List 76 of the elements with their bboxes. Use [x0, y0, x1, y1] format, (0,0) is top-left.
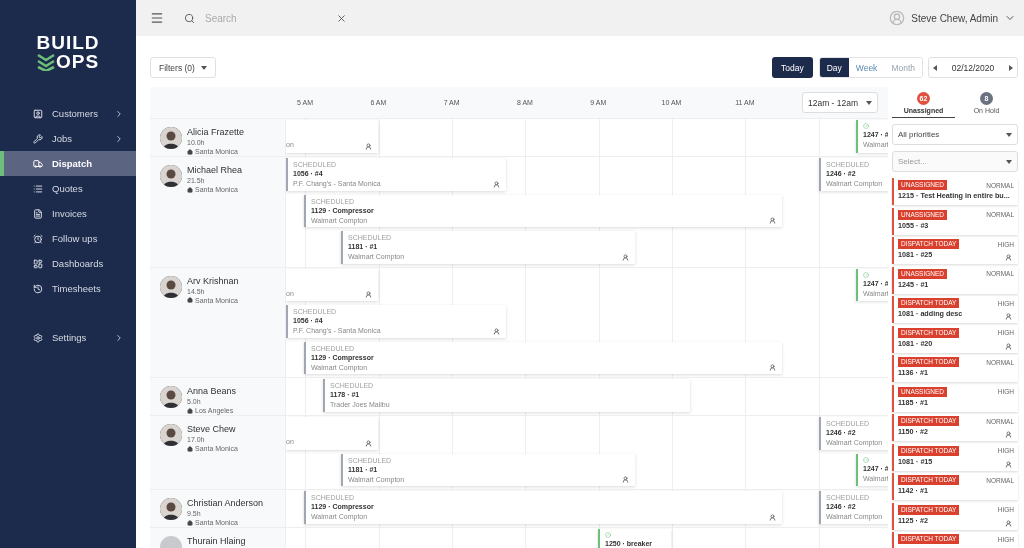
nav-item[interactable]: Dashboards: [0, 251, 136, 276]
date-picker[interactable]: 02/12/2020: [928, 57, 1018, 78]
person-icon: [622, 476, 629, 483]
nav-item[interactable]: Dispatch: [0, 151, 136, 176]
home-icon: [187, 445, 193, 452]
filters-button[interactable]: Filters (0): [150, 57, 216, 78]
nav-item[interactable]: Settings: [0, 325, 136, 350]
user-avatar-icon: [889, 10, 906, 26]
check-circle-icon: [605, 532, 611, 538]
search-icon: [184, 12, 195, 24]
person-icon: [1005, 519, 1012, 527]
person-icon: [769, 513, 776, 521]
alarm-clock-icon: [33, 233, 43, 244]
time-range-select[interactable]: 12am - 12am: [802, 92, 878, 113]
person-icon: [1005, 431, 1012, 438]
technician-name: Steve Chew: [187, 424, 237, 435]
home-icon: [187, 519, 193, 526]
technician-name: Arv Krishnan: [187, 275, 239, 287]
nav-item[interactable]: Follow ups: [0, 226, 136, 251]
chevron-right-icon: [114, 133, 124, 144]
home-icon: [187, 148, 193, 155]
caret-icon: [1006, 159, 1012, 164]
person-icon: [1005, 342, 1012, 350]
history-icon: [33, 283, 43, 294]
user-name: Steve Chew, Admin: [911, 12, 998, 24]
person-icon: [769, 217, 776, 224]
person-icon: [1005, 460, 1012, 468]
contact-card-icon: [33, 108, 43, 119]
nav-item[interactable]: Jobs: [0, 126, 136, 151]
dashboard-icon: [33, 258, 43, 269]
close-icon[interactable]: [336, 12, 347, 24]
technician-name: Anna Beans: [187, 386, 237, 397]
menu-icon[interactable]: [150, 11, 164, 25]
person-icon: [1005, 313, 1012, 320]
logo-text: BUILD: [36, 33, 100, 52]
nav-item[interactable]: Customers: [0, 101, 136, 126]
document-icon: [33, 208, 43, 219]
person-icon: [769, 364, 776, 371]
caret-icon: [866, 100, 872, 105]
nav-item[interactable]: Quotes: [0, 176, 136, 201]
technician-name: Alicia Frazette: [187, 127, 245, 138]
nav-item[interactable]: Timesheets: [0, 276, 136, 301]
settings-icon: [33, 332, 43, 343]
person-icon: [622, 253, 629, 261]
technician-name: Michael Rhea: [187, 165, 243, 176]
check-circle-icon: [863, 271, 869, 278]
caret-icon: [200, 65, 207, 70]
logo-text: OPS: [55, 52, 100, 71]
caret-left-icon[interactable]: [933, 64, 937, 71]
chevrons-icon: [36, 52, 55, 71]
date-text: 02/12/2020: [951, 62, 995, 73]
check-circle-icon: [863, 456, 869, 463]
list-icon: [33, 183, 43, 194]
person-icon: [365, 439, 372, 447]
wrench-icon: [33, 133, 43, 144]
person-icon: [493, 327, 500, 335]
search-field[interactable]: Search: [203, 11, 327, 25]
truck-icon: [33, 158, 43, 169]
check-circle-icon: [863, 123, 869, 129]
caret-icon: [1006, 132, 1012, 137]
person-icon: [365, 142, 372, 150]
home-icon: [187, 407, 193, 414]
view-tab[interactable]: Day: [819, 58, 849, 77]
today-button[interactable]: Today: [772, 57, 813, 78]
nav-item[interactable]: Invoices: [0, 201, 136, 226]
chevron-right-icon: [114, 108, 124, 119]
home-icon: [187, 297, 193, 303]
technician-name: Thurain Hlaing: [187, 536, 246, 547]
home-icon: [187, 186, 193, 193]
person-icon: [1005, 254, 1012, 261]
caret-right-icon[interactable]: [1009, 64, 1013, 71]
chevron-right-icon: [114, 332, 124, 343]
technician-name: Christian Anderson: [187, 498, 264, 509]
person-icon: [493, 180, 500, 188]
priority-select[interactable]: All priorities: [892, 124, 1018, 145]
person-icon: [365, 291, 372, 298]
